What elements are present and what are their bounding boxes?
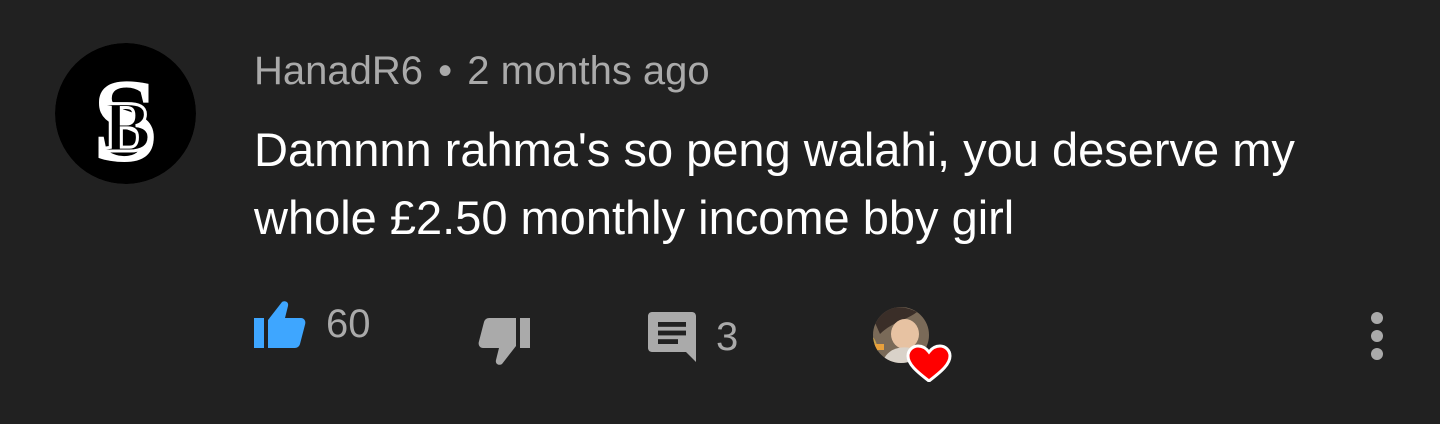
comment-icon [648,312,696,362]
meta-separator: • [438,49,453,93]
comment-text: Damnnn rahma's so peng walahi, you deser… [254,123,1295,244]
thumbs-down-icon [478,318,530,365]
comment-header: HanadR6 • 2 months ago [254,47,710,95]
dislike-button[interactable] [478,318,530,366]
more-vert-icon [1371,312,1383,360]
svg-text:B: B [103,87,151,167]
thumbs-up-icon [254,301,306,348]
like-count: 60 [326,302,371,346]
comment-card: S B HanadR6 • 2 months ago Damnnn rahma'… [0,0,1440,424]
reply-count: 3 [716,315,739,359]
more-options-button[interactable] [1360,306,1394,366]
creator-heart-badge [872,306,952,383]
author-name[interactable]: HanadR6 [254,49,423,93]
author-avatar[interactable]: S B [55,43,196,184]
reply-button[interactable]: 3 [648,312,738,362]
heart-icon [906,344,952,383]
comment-timestamp[interactable]: 2 months ago [467,49,709,93]
like-button[interactable]: 60 [254,300,371,348]
